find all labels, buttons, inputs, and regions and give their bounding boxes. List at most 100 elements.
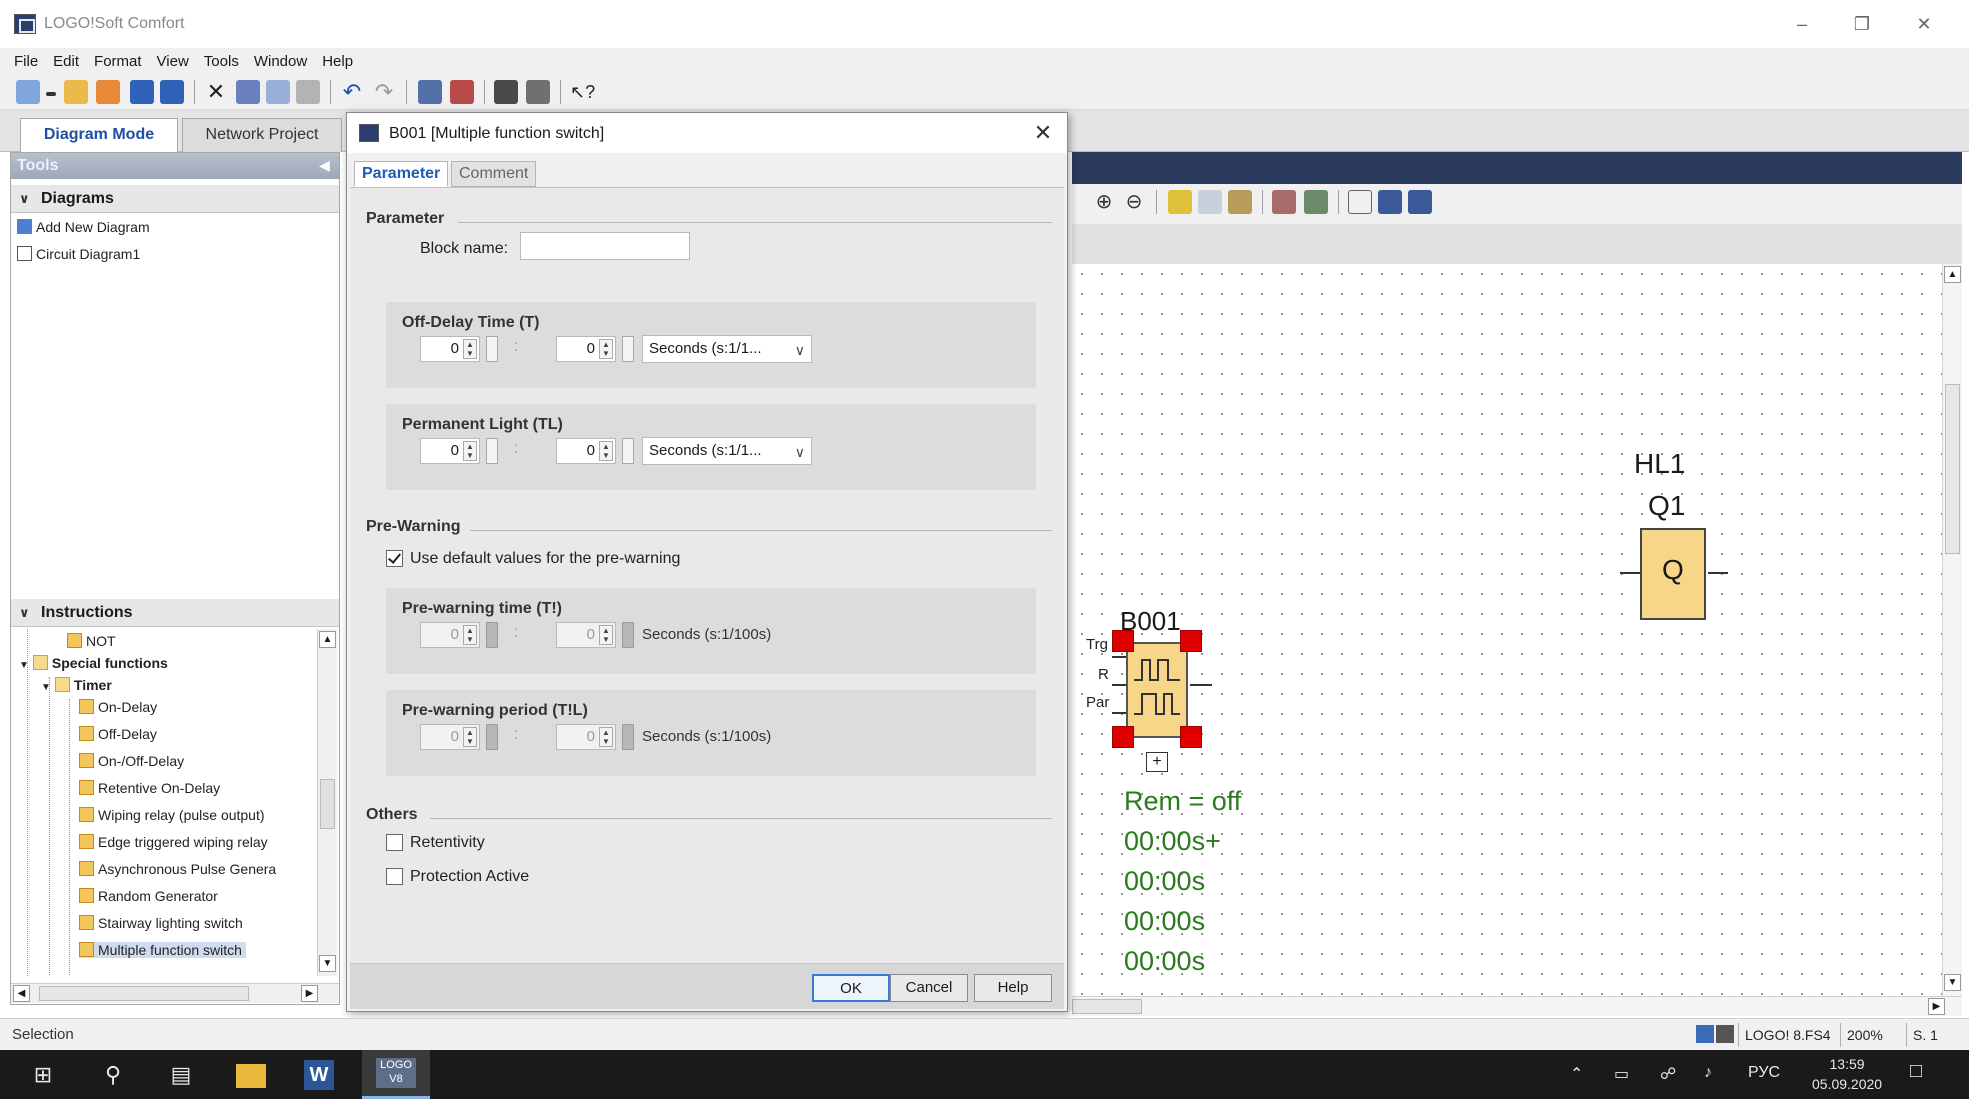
tree-item-on-delay[interactable]: On-Delay — [79, 699, 157, 715]
tab-parameter[interactable]: Parameter — [354, 161, 449, 187]
menu-window[interactable]: Window — [254, 53, 307, 70]
save-icon[interactable] — [130, 80, 154, 104]
off-delay-slider-2[interactable] — [622, 336, 634, 362]
scroll-up-icon[interactable]: ▲ — [319, 631, 336, 648]
tree-item-stairway-switch[interactable]: Stairway lighting switch — [79, 915, 243, 931]
q1-output-pin[interactable] — [1708, 572, 1728, 574]
ok-button[interactable]: OK — [812, 974, 890, 1002]
block-up-icon[interactable] — [1378, 190, 1402, 214]
collapse-panel-icon[interactable]: ◀ — [319, 157, 330, 174]
online-test-icon[interactable] — [494, 80, 518, 104]
block-name-input[interactable] — [520, 232, 690, 260]
close-button[interactable]: ✕ — [1897, 8, 1951, 40]
tab-network-project[interactable]: Network Project — [182, 118, 342, 152]
windows-start-icon[interactable]: ⊞ — [28, 1060, 58, 1090]
block-down-icon[interactable] — [1408, 190, 1432, 214]
simulation-icon[interactable] — [526, 80, 550, 104]
tray-chevron-up-icon[interactable]: ⌃ — [1570, 1064, 1583, 1084]
spin-arrows-icon[interactable]: ▲ ▼ — [463, 339, 477, 359]
protection-active-checkbox[interactable] — [386, 868, 403, 885]
open-recent-icon[interactable] — [96, 80, 120, 104]
perm-light-slider-2[interactable] — [622, 438, 634, 464]
selection-handle[interactable] — [1180, 726, 1202, 748]
scroll-right-icon[interactable]: ▶ — [301, 985, 318, 1002]
selection-handle[interactable] — [1112, 726, 1134, 748]
q1-input-pin[interactable] — [1620, 572, 1640, 574]
menu-edit[interactable]: Edit — [53, 53, 79, 70]
tree-item-not[interactable]: NOT — [67, 633, 116, 649]
cancel-button[interactable]: Cancel — [890, 974, 968, 1002]
scroll-left-icon[interactable]: ◀ — [13, 985, 30, 1002]
b001-output-pin[interactable] — [1190, 684, 1212, 686]
logo-soft-taskbar-item[interactable]: LOGO V8 — [362, 1050, 430, 1099]
new-icon[interactable] — [16, 80, 40, 104]
scroll-up-icon[interactable]: ▲ — [1944, 266, 1961, 283]
tree-item-on-off-delay[interactable]: On-/Off-Delay — [79, 753, 184, 769]
scroll-thumb[interactable] — [320, 779, 335, 829]
scroll-down-icon[interactable]: ▼ — [1944, 974, 1961, 991]
notifications-icon[interactable]: □ — [1910, 1060, 1922, 1083]
tree-item-timer[interactable]: ▼ Timer — [41, 677, 112, 693]
input-language[interactable]: РУС — [1748, 1064, 1780, 1082]
hscroll-thumb[interactable] — [39, 986, 249, 1001]
paste-icon[interactable] — [296, 80, 320, 104]
scroll-thumb[interactable] — [1945, 384, 1960, 554]
off-delay-value-2[interactable]: 0 ▲ ▼ — [556, 336, 616, 362]
word-icon[interactable]: W — [304, 1060, 334, 1090]
tree-item-async-pulse[interactable]: Asynchronous Pulse Genera — [79, 861, 276, 877]
retentivity-checkbox[interactable] — [386, 834, 403, 851]
perm-light-unit-select[interactable]: Seconds (s:1/1... ∨ — [642, 437, 812, 465]
tree-item-off-delay[interactable]: Off-Delay — [79, 726, 157, 742]
use-default-checkbox[interactable] — [386, 550, 403, 567]
copy-icon[interactable] — [266, 80, 290, 104]
scroll-down-icon[interactable]: ▼ — [319, 955, 336, 972]
delete-icon[interactable]: ✕ — [204, 80, 228, 104]
tab-comment[interactable]: Comment — [451, 161, 537, 187]
output-block-q1[interactable]: Q — [1640, 528, 1706, 620]
new-dropdown-icon[interactable] — [46, 92, 56, 96]
tree-scrollbar[interactable]: ▲ ▼ — [317, 629, 337, 976]
tree-item-retentive-on-delay[interactable]: Retentive On-Delay — [79, 780, 220, 796]
tree-item-random-generator[interactable]: Random Generator — [79, 888, 218, 904]
menu-view[interactable]: View — [157, 53, 189, 70]
selection-handle[interactable] — [1180, 630, 1202, 652]
file-explorer-icon[interactable] — [236, 1064, 266, 1088]
undo-icon[interactable]: ↶ — [340, 80, 364, 104]
instructions-section[interactable]: ∨ Instructions — [11, 599, 339, 627]
signal-icon[interactable] — [1348, 190, 1372, 214]
context-help-icon[interactable]: ↖? — [570, 80, 595, 104]
perm-light-value-2[interactable]: 0 ▲ ▼ — [556, 438, 616, 464]
canvas-hscrollbar[interactable]: ▶ — [1072, 996, 1962, 1016]
battery-icon[interactable]: ▭ — [1614, 1064, 1629, 1084]
menu-file[interactable]: File — [14, 53, 38, 70]
zoom-out-icon[interactable]: ⊖ — [1122, 190, 1146, 214]
zoom-in-icon[interactable]: ⊕ — [1092, 190, 1116, 214]
redo-icon[interactable]: ↷ — [372, 80, 396, 104]
print-icon[interactable] — [160, 80, 184, 104]
perm-light-slider-1[interactable] — [486, 438, 498, 464]
tab-diagram-mode[interactable]: Diagram Mode — [20, 118, 178, 152]
r-pin[interactable] — [1112, 684, 1126, 686]
off-delay-slider-1[interactable] — [486, 336, 498, 362]
minimize-button[interactable]: – — [1775, 8, 1829, 40]
clock[interactable]: 13:59 05.09.2020 — [1812, 1054, 1882, 1094]
transfer-logo-pc-icon[interactable] — [450, 80, 474, 104]
network-icon[interactable]: ☍ — [1660, 1064, 1676, 1084]
tree-item-multiple-function-switch[interactable]: Multiple function switch — [79, 942, 246, 958]
off-delay-unit-select[interactable]: Seconds (s:1/1... ∨ — [642, 335, 812, 363]
expand-block-button[interactable]: + — [1146, 752, 1168, 772]
grid-icon[interactable] — [1198, 190, 1222, 214]
tree-item-special-functions[interactable]: ▼ Special functions — [19, 655, 168, 671]
menu-tools[interactable]: Tools — [204, 53, 239, 70]
diagrams-section[interactable]: ∨ Diagrams — [11, 185, 339, 213]
menu-format[interactable]: Format — [94, 53, 142, 70]
dialog-close-icon[interactable]: ✕ — [1027, 119, 1059, 147]
open-icon[interactable] — [64, 80, 88, 104]
align-icon[interactable] — [1228, 190, 1252, 214]
split-connection-icon[interactable] — [1272, 190, 1296, 214]
connect-icon[interactable] — [1168, 190, 1192, 214]
menu-help[interactable]: Help — [322, 53, 353, 70]
multiple-function-switch-block[interactable] — [1126, 642, 1188, 738]
task-view-icon[interactable]: ▤ — [166, 1060, 196, 1090]
selection-handle[interactable] — [1112, 630, 1134, 652]
